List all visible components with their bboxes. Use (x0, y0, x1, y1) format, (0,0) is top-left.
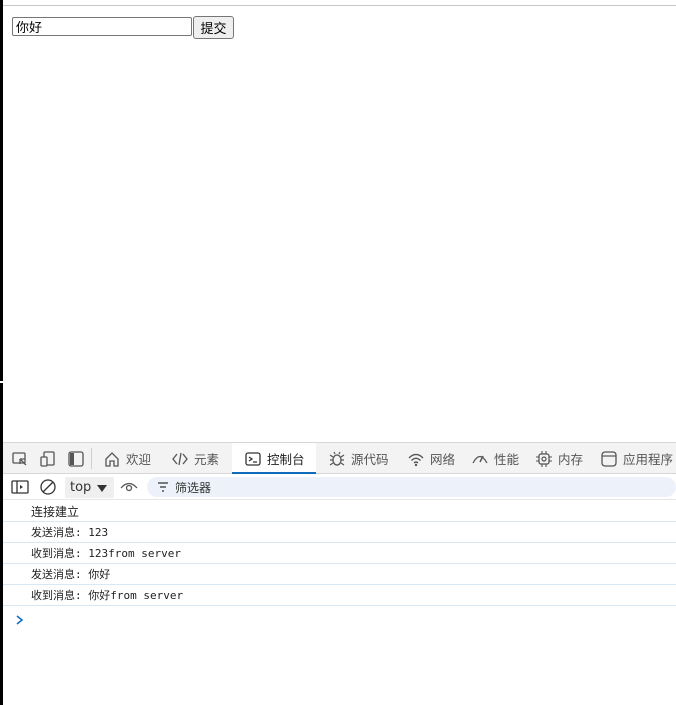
filter-input[interactable]: 筛选器 (147, 477, 676, 497)
console-icon (245, 451, 261, 466)
eye-icon[interactable] (119, 477, 139, 497)
page-viewport: 提交 (3, 6, 676, 442)
console-message: 连接建立 (3, 501, 676, 522)
home-icon (105, 451, 119, 467)
tab-label: 性能 (494, 452, 520, 467)
context-selector[interactable]: top (65, 477, 114, 498)
chevron-down-icon (97, 485, 107, 492)
tabbar-separator (91, 448, 92, 469)
console-toolbar: top 筛选器 (3, 474, 676, 500)
context-label: top (70, 480, 92, 495)
tab-elements[interactable]: 元素 (171, 443, 219, 474)
submit-button[interactable]: 提交 (193, 16, 234, 39)
bug-icon (329, 451, 345, 466)
clear-console-icon[interactable] (38, 477, 58, 497)
tab-label: 内存 (558, 452, 584, 467)
dock-sidebar-icon[interactable] (66, 449, 86, 469)
tab-console[interactable]: 控制台 (232, 443, 316, 474)
filter-placeholder: 筛选器 (175, 480, 212, 495)
wifi-icon (408, 453, 424, 466)
console-message: 收到消息: 你好from server (3, 585, 676, 606)
tab-label: 欢迎 (126, 452, 152, 467)
performance-icon (472, 455, 488, 463)
filter-icon (157, 481, 169, 493)
console-message: 发送消息: 你好 (3, 564, 676, 585)
console-messages: 连接建立 发送消息: 123 收到消息: 123from server 发送消息… (3, 501, 676, 606)
chip-icon (536, 450, 552, 467)
console-prompt[interactable] (15, 610, 35, 630)
tab-network[interactable]: 网络 (407, 443, 455, 474)
tab-label: 控制台 (267, 452, 305, 467)
console-message: 收到消息: 123from server (3, 543, 676, 564)
devtools-tabbar: 欢迎 元素 控制台 源代码 网络 性能 内存 应用程序 (3, 442, 676, 474)
tab-performance[interactable]: 性能 (471, 443, 519, 474)
tab-sources[interactable]: 源代码 (328, 443, 389, 474)
screen: 提交 欢迎 元素 控制台 (0, 0, 676, 705)
inspect-element-icon[interactable] (10, 449, 30, 469)
devtools-panel: 欢迎 元素 控制台 源代码 网络 性能 内存 应用程序 top 筛选器 连接建立… (3, 442, 676, 705)
code-icon (172, 452, 188, 465)
device-emulation-icon[interactable] (38, 449, 58, 469)
app-icon (601, 450, 617, 467)
message-input[interactable] (12, 17, 192, 36)
tab-label: 元素 (194, 452, 220, 467)
sidebar-toggle-icon[interactable] (10, 477, 30, 497)
tab-label: 源代码 (351, 452, 389, 467)
chevron-right-icon (16, 615, 24, 625)
console-message: 发送消息: 123 (3, 522, 676, 543)
tab-label: 应用程序 (623, 452, 674, 467)
tab-application[interactable]: 应用程序 (600, 443, 673, 474)
tab-label: 网络 (430, 452, 456, 467)
tab-welcome[interactable]: 欢迎 (103, 443, 151, 474)
tab-memory[interactable]: 内存 (535, 443, 583, 474)
